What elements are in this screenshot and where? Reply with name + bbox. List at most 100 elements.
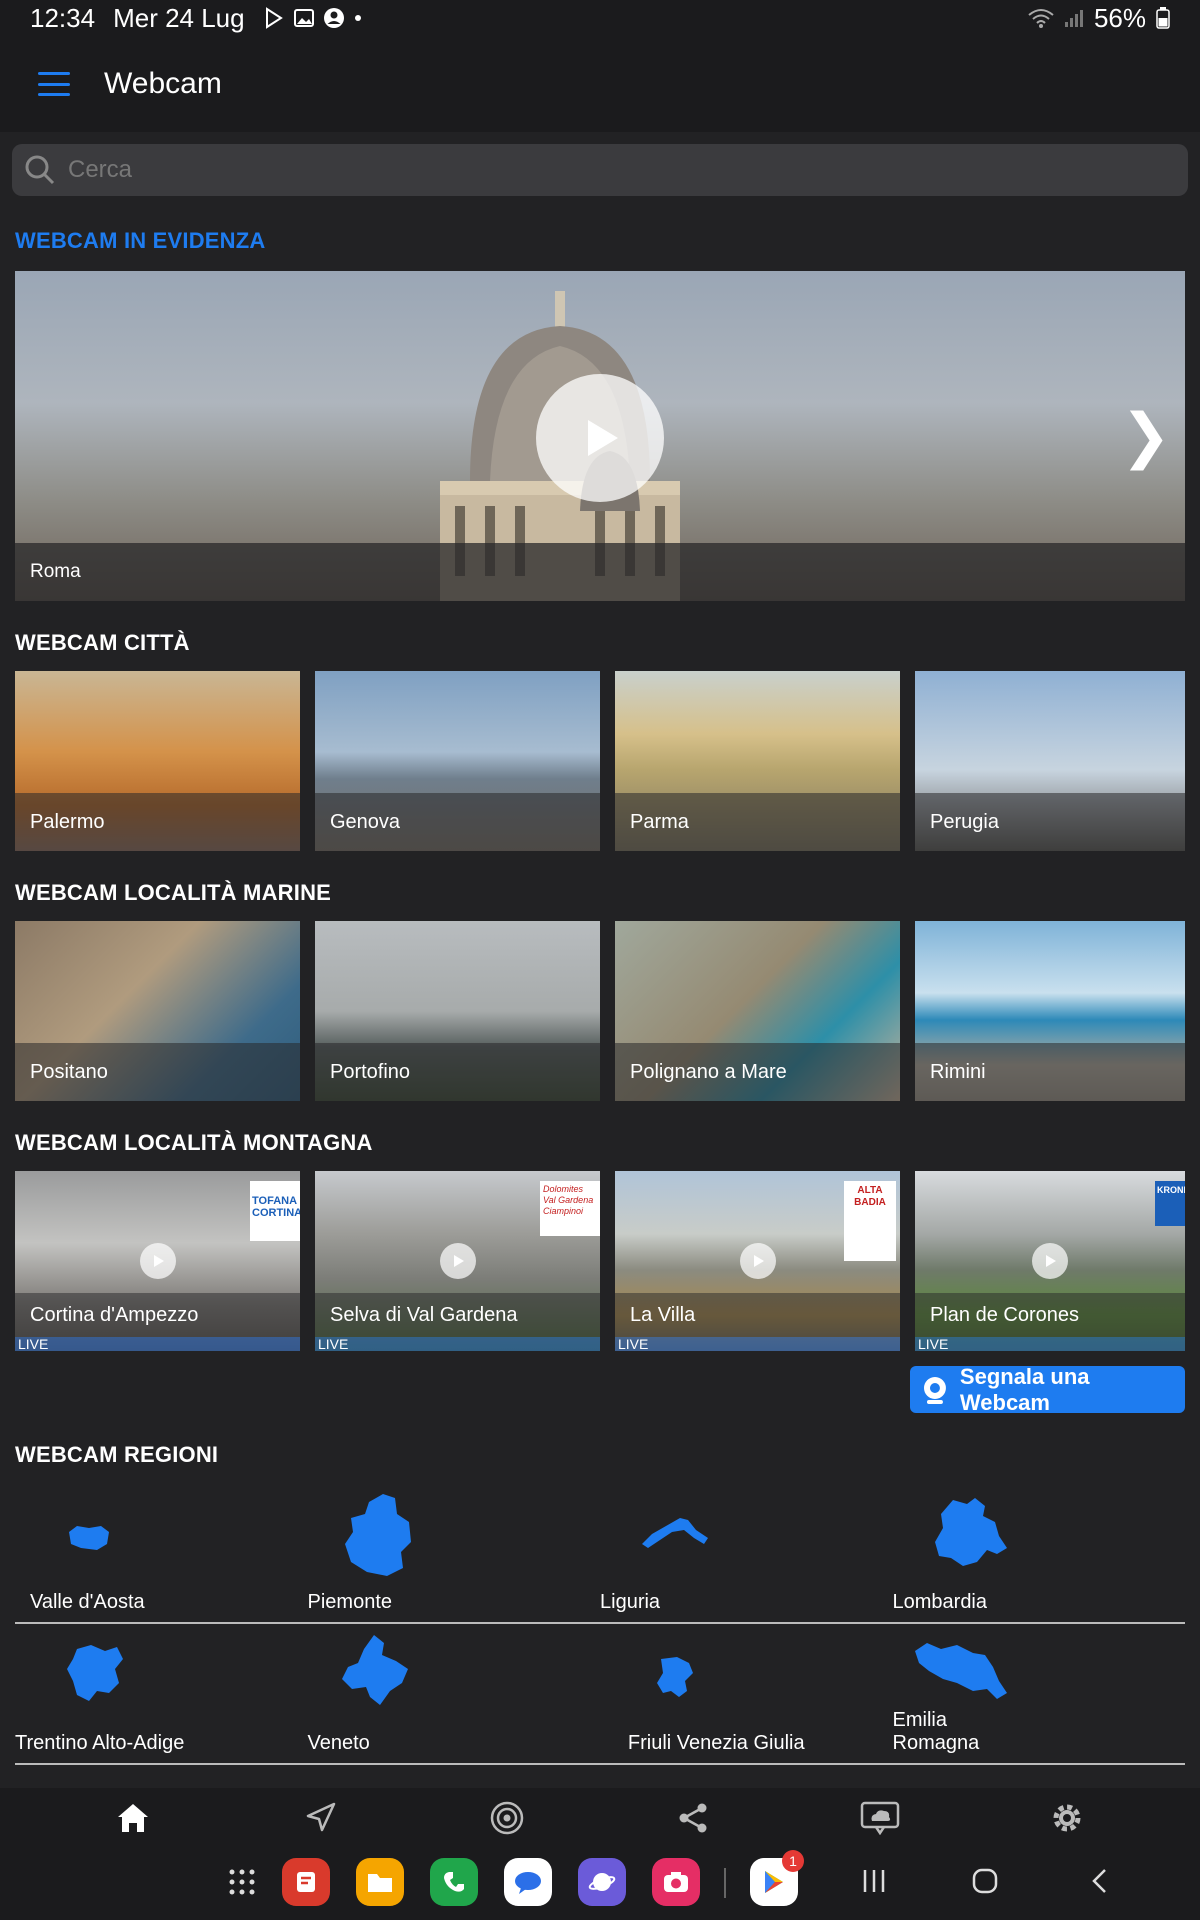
tile-caption: Genova	[315, 793, 600, 851]
tile-rimini[interactable]: Rimini	[915, 921, 1185, 1101]
tile-caption: Rimini	[915, 1043, 1185, 1101]
play-button[interactable]	[139, 1243, 176, 1279]
camera-app-icon[interactable]	[652, 1858, 700, 1906]
region-lombardia[interactable]: Lombardia	[893, 1484, 1186, 1622]
tofana-logo: TOFANA CORTINA	[250, 1181, 300, 1241]
home-icon	[118, 1804, 149, 1832]
region-piemonte[interactable]: Piemonte	[308, 1484, 601, 1622]
dock-divider	[724, 1868, 726, 1898]
region-label: Piemonte	[307, 1591, 393, 1613]
friuli-map-icon	[657, 1657, 693, 1697]
files-app-icon[interactable]	[356, 1858, 404, 1906]
tile-perugia[interactable]: Perugia	[915, 671, 1185, 851]
tile-palermo[interactable]: Palermo	[15, 671, 300, 851]
page-title: Webcam	[104, 67, 222, 100]
phone-icon	[444, 1872, 464, 1892]
mountain-row: TOFANA CORTINA Cortina d'Ampezzo LIVE Do…	[15, 1171, 1185, 1351]
nav-settings[interactable]	[1037, 1788, 1097, 1848]
trentino-map-icon	[67, 1645, 123, 1701]
tile-la-villa[interactable]: ALTA BADIA La Villa LIVE	[615, 1171, 900, 1351]
tile-caption: Cortina d'Ampezzo	[15, 1293, 300, 1337]
play-store-icon	[265, 7, 283, 29]
kronplatz-logo: KRONP	[1155, 1181, 1185, 1226]
battery-level: 56%	[1093, 2, 1146, 33]
play-button[interactable]	[439, 1243, 476, 1279]
section-title-regions: WEBCAM REGIONI	[15, 1442, 219, 1467]
search-input[interactable]	[68, 156, 1168, 184]
tile-plan-de-corones[interactable]: KRONP Plan de Corones LIVE	[915, 1171, 1185, 1351]
tile-polignano[interactable]: Polignano a Mare	[615, 921, 900, 1101]
home-circle-icon	[972, 1868, 998, 1894]
tile-caption: Positano	[15, 1043, 300, 1101]
play-button[interactable]	[1032, 1243, 1068, 1279]
app-drawer-button[interactable]	[218, 1858, 266, 1906]
tile-portofino[interactable]: Portofino	[315, 921, 600, 1101]
message-bubble-icon	[515, 1872, 541, 1894]
browser-app-icon[interactable]	[578, 1858, 626, 1906]
status-time: 12:34	[30, 2, 96, 33]
section-title-featured: WEBCAM IN EVIDENZA	[15, 228, 266, 253]
region-label: Friuli Venezia Giulia	[627, 1732, 805, 1754]
recents-button[interactable]	[862, 1868, 886, 1902]
nav-home[interactable]	[103, 1788, 163, 1848]
featured-caption: Roma	[15, 543, 1185, 601]
play-icon	[453, 1255, 464, 1267]
messages-app-icon[interactable]	[504, 1858, 552, 1906]
status-date: Mer 24 Lug	[113, 2, 245, 33]
bottom-navigation	[0, 1788, 1200, 1848]
play-store-app-icon[interactable]: 1	[750, 1850, 804, 1906]
status-bar: 12:34 Mer 24 Lug 56%	[0, 0, 1200, 36]
tile-caption: Portofino	[315, 1043, 600, 1101]
tile-parma[interactable]: Parma	[615, 671, 900, 851]
recents-icon	[863, 1870, 885, 1892]
emilia-romagna-map-icon	[914, 1643, 1007, 1699]
region-label: Valle d'Aosta	[30, 1591, 145, 1613]
nav-share[interactable]	[663, 1788, 723, 1848]
next-arrow-icon[interactable]: ❯	[1121, 401, 1171, 471]
back-button[interactable]	[1090, 1868, 1108, 1902]
report-webcam-button[interactable]: Segnala una Webcam	[910, 1363, 1185, 1415]
tile-selva[interactable]: Dolomites Val Gardena Ciampinoi Selva di…	[315, 1171, 600, 1351]
tile-cortina[interactable]: TOFANA CORTINA Cortina d'Ampezzo LIVE	[15, 1171, 300, 1351]
region-label: Veneto	[307, 1732, 370, 1754]
tile-genova[interactable]: Genova	[315, 671, 600, 851]
region-valle-daosta[interactable]: Valle d'Aosta	[15, 1484, 308, 1622]
valle-daosta-map-icon	[69, 1526, 109, 1550]
account-icon	[323, 8, 344, 28]
val-gardena-logo: Dolomites Val Gardena Ciampinoi	[540, 1181, 600, 1236]
live-label: LIVE	[915, 1337, 1185, 1351]
notes-app-icon[interactable]	[282, 1858, 330, 1906]
region-liguria[interactable]: Liguria	[600, 1484, 893, 1622]
battery-icon	[1156, 7, 1170, 29]
home-button[interactable]	[972, 1868, 998, 1902]
region-emilia-romagna[interactable]: Emilia Romagna	[893, 1625, 1186, 1763]
report-webcam-label: Segnala una Webcam	[959, 1363, 1090, 1415]
play-button[interactable]	[739, 1243, 776, 1279]
menu-icon[interactable]	[38, 72, 70, 96]
search-bar[interactable]	[12, 144, 1188, 196]
nav-radar[interactable]	[477, 1788, 537, 1848]
play-icon	[753, 1255, 764, 1267]
tile-positano[interactable]: Positano	[15, 921, 300, 1101]
notification-badge: 1	[782, 1850, 804, 1872]
tile-caption: Parma	[615, 793, 900, 851]
veneto-map-icon	[341, 1635, 408, 1705]
nav-forecast[interactable]	[850, 1788, 910, 1848]
phone-app-icon[interactable]	[430, 1858, 478, 1906]
play-button[interactable]	[536, 374, 664, 502]
apps-grid-icon	[229, 1869, 255, 1895]
nav-nearby[interactable]	[290, 1788, 350, 1848]
tile-caption: Plan de Corones	[915, 1293, 1185, 1337]
location-arrow-icon	[306, 1802, 336, 1832]
webcam-icon	[923, 1376, 946, 1404]
region-trentino[interactable]: Trentino Alto-Adige	[15, 1625, 308, 1763]
back-icon	[1092, 1869, 1106, 1893]
regions-row: Trentino Alto-Adige Veneto Friuli Venezi…	[15, 1625, 1185, 1765]
featured-webcam[interactable]: ❯ Roma	[15, 271, 1185, 601]
region-veneto[interactable]: Veneto	[308, 1625, 601, 1763]
region-label: Trentino Alto-Adige	[15, 1732, 185, 1754]
region-friuli[interactable]: Friuli Venezia Giulia	[600, 1625, 893, 1763]
live-label: LIVE	[315, 1337, 600, 1351]
radar-icon	[490, 1801, 523, 1835]
folder-icon	[368, 1874, 392, 1892]
